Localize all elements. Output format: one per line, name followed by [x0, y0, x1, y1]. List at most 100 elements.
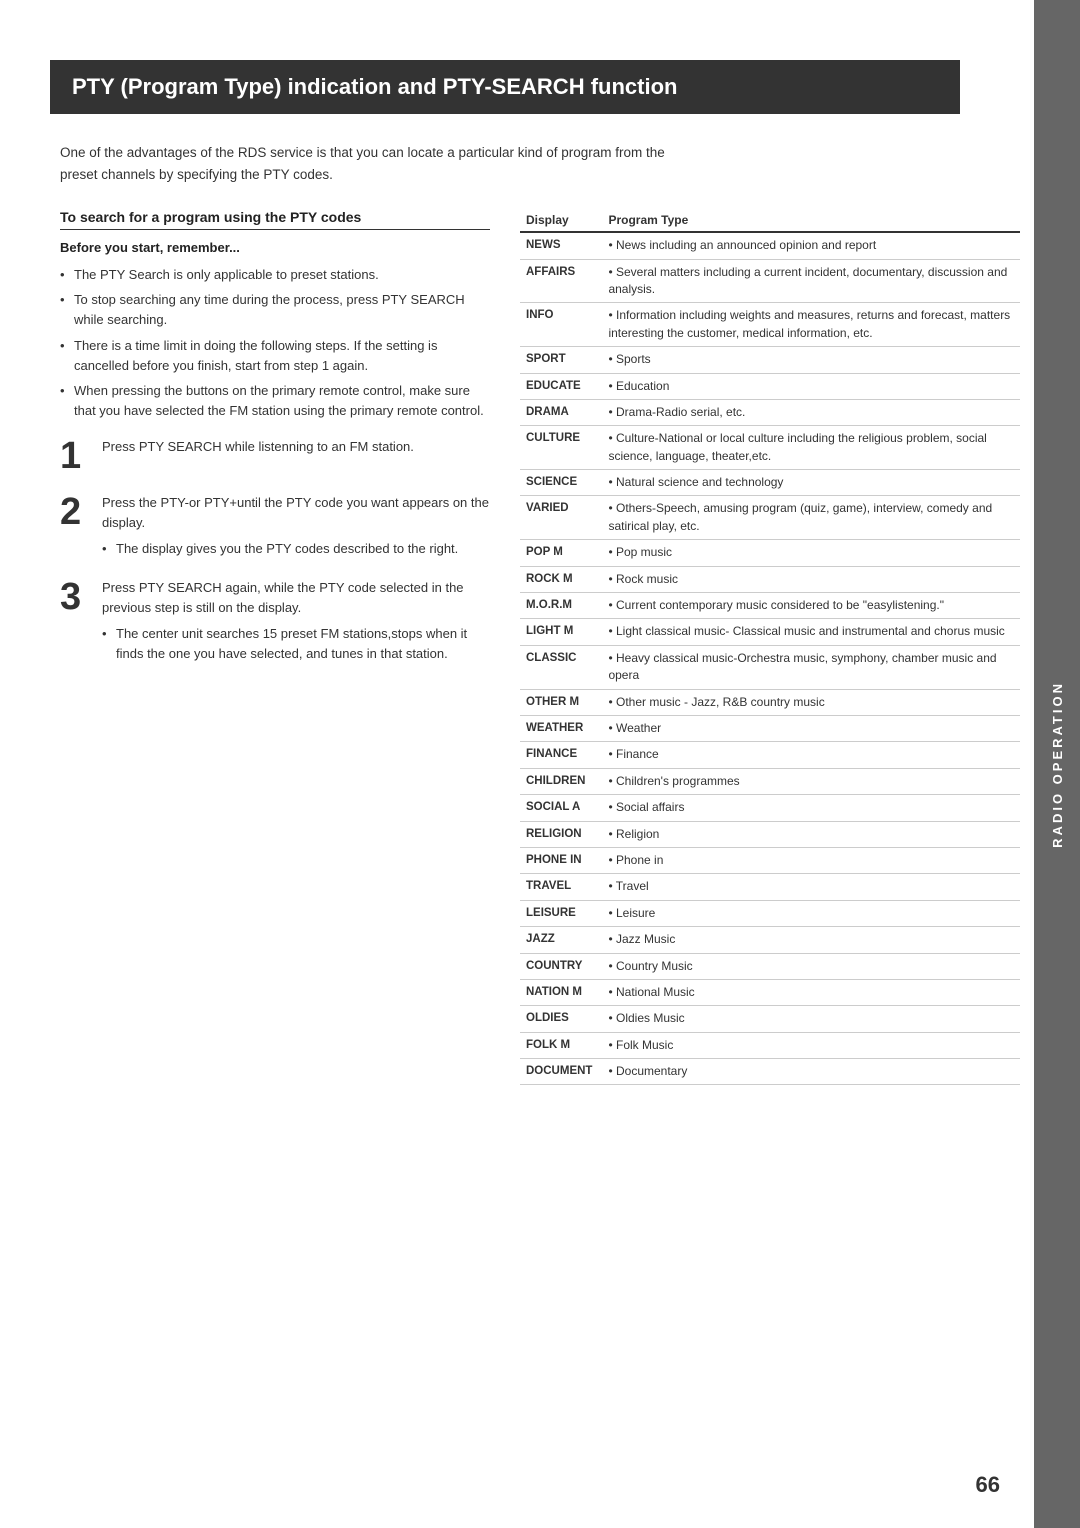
table-row: M.O.R.M• Current contemporary music cons… — [520, 593, 1020, 619]
table-row: SCIENCE• Natural science and technology — [520, 470, 1020, 496]
table-row: SOCIAL A• Social affairs — [520, 795, 1020, 821]
table-row: LEISURE• Leisure — [520, 900, 1020, 926]
type-cell: • News including an announced opinion an… — [602, 232, 1020, 259]
display-cell: VARIED — [520, 496, 602, 540]
table-row: FINANCE• Finance — [520, 742, 1020, 768]
step-3: 3Press PTY SEARCH again, while the PTY c… — [60, 578, 490, 665]
step-1: 1Press PTY SEARCH while listenning to an… — [60, 437, 490, 475]
type-cell: • Jazz Music — [602, 927, 1020, 953]
step-content-3: Press PTY SEARCH again, while the PTY co… — [102, 578, 490, 665]
type-cell: • Leisure — [602, 900, 1020, 926]
display-cell: WEATHER — [520, 716, 602, 742]
step-number-2: 2 — [60, 493, 90, 531]
type-cell: • Children's programmes — [602, 768, 1020, 794]
type-cell: • Rock music — [602, 566, 1020, 592]
col-header-display: Display — [520, 209, 602, 232]
display-cell: CULTURE — [520, 426, 602, 470]
table-row: NEWS• News including an announced opinio… — [520, 232, 1020, 259]
col-header-type: Program Type — [602, 209, 1020, 232]
step-text-2: Press the PTY-or PTY+until the PTY code … — [102, 493, 490, 533]
bullet-item: When pressing the buttons on the primary… — [60, 381, 490, 421]
pty-table: Display Program Type NEWS• News includin… — [520, 209, 1020, 1085]
table-row: DOCUMENT• Documentary — [520, 1059, 1020, 1085]
intro-text: One of the advantages of the RDS service… — [60, 142, 680, 185]
sub-heading: Before you start, remember... — [60, 240, 490, 255]
display-cell: OTHER M — [520, 689, 602, 715]
display-cell: SCIENCE — [520, 470, 602, 496]
table-row: NATION M• National Music — [520, 979, 1020, 1005]
display-cell: M.O.R.M — [520, 593, 602, 619]
table-row: OLDIES• Oldies Music — [520, 1006, 1020, 1032]
bullet-item: There is a time limit in doing the follo… — [60, 336, 490, 376]
table-row: POP M• Pop music — [520, 540, 1020, 566]
steps-container: 1Press PTY SEARCH while listenning to an… — [60, 437, 490, 664]
type-cell: • Heavy classical music-Orchestra music,… — [602, 645, 1020, 689]
step-content-1: Press PTY SEARCH while listenning to an … — [102, 437, 490, 463]
bullet-item: The PTY Search is only applicable to pre… — [60, 265, 490, 285]
type-cell: • Social affairs — [602, 795, 1020, 821]
side-operation-tab: RADIO OPERATION — [1034, 0, 1080, 1528]
display-cell: FOLK M — [520, 1032, 602, 1058]
table-row: CHILDREN• Children's programmes — [520, 768, 1020, 794]
display-cell: COUNTRY — [520, 953, 602, 979]
table-row: EDUCATE• Education — [520, 373, 1020, 399]
step-text-1: Press PTY SEARCH while listenning to an … — [102, 437, 490, 457]
table-row: ROCK M• Rock music — [520, 566, 1020, 592]
display-cell: SOCIAL A — [520, 795, 602, 821]
table-row: FOLK M• Folk Music — [520, 1032, 1020, 1058]
step-text-3: Press PTY SEARCH again, while the PTY co… — [102, 578, 490, 618]
table-row: AFFAIRS• Several matters including a cur… — [520, 259, 1020, 303]
display-cell: CLASSIC — [520, 645, 602, 689]
right-column: Display Program Type NEWS• News includin… — [520, 209, 1020, 1085]
step-bullet-2: The display gives you the PTY codes desc… — [102, 539, 490, 559]
section-heading: To search for a program using the PTY co… — [60, 209, 490, 230]
type-cell: • Natural science and technology — [602, 470, 1020, 496]
display-cell: NEWS — [520, 232, 602, 259]
table-row: TRAVEL• Travel — [520, 874, 1020, 900]
side-operation-label: RADIO OPERATION — [1050, 681, 1065, 848]
display-cell: LIGHT M — [520, 619, 602, 645]
type-cell: • Light classical music- Classical music… — [602, 619, 1020, 645]
display-cell: DRAMA — [520, 399, 602, 425]
left-column: To search for a program using the PTY co… — [60, 209, 490, 1085]
type-cell: • Phone in — [602, 847, 1020, 873]
table-row: PHONE IN• Phone in — [520, 847, 1020, 873]
table-row: CLASSIC• Heavy classical music-Orchestra… — [520, 645, 1020, 689]
type-cell: • Others-Speech, amusing program (quiz, … — [602, 496, 1020, 540]
display-cell: JAZZ — [520, 927, 602, 953]
page-number: 66 — [976, 1472, 1000, 1498]
pty-tbody: NEWS• News including an announced opinio… — [520, 232, 1020, 1085]
display-cell: INFO — [520, 303, 602, 347]
step-2: 2 Press the PTY-or PTY+until the PTY code… — [60, 493, 490, 559]
display-cell: FINANCE — [520, 742, 602, 768]
type-cell: • Religion — [602, 821, 1020, 847]
type-cell: • Other music - Jazz, R&B country music — [602, 689, 1020, 715]
type-cell: • Weather — [602, 716, 1020, 742]
display-cell: DOCUMENT — [520, 1059, 602, 1085]
type-cell: • Information including weights and meas… — [602, 303, 1020, 347]
table-row: OTHER M• Other music - Jazz, R&B country… — [520, 689, 1020, 715]
table-row: SPORT• Sports — [520, 347, 1020, 373]
type-cell: • National Music — [602, 979, 1020, 1005]
table-row: VARIED• Others-Speech, amusing program (… — [520, 496, 1020, 540]
display-cell: RELIGION — [520, 821, 602, 847]
display-cell: POP M — [520, 540, 602, 566]
display-cell: EDUCATE — [520, 373, 602, 399]
type-cell: • Sports — [602, 347, 1020, 373]
type-cell: • Culture-National or local culture incl… — [602, 426, 1020, 470]
display-cell: NATION M — [520, 979, 602, 1005]
display-cell: TRAVEL — [520, 874, 602, 900]
type-cell: • Pop music — [602, 540, 1020, 566]
type-cell: • Folk Music — [602, 1032, 1020, 1058]
type-cell: • Documentary — [602, 1059, 1020, 1085]
display-cell: PHONE IN — [520, 847, 602, 873]
display-cell: SPORT — [520, 347, 602, 373]
display-cell: OLDIES — [520, 1006, 602, 1032]
table-row: DRAMA• Drama-Radio serial, etc. — [520, 399, 1020, 425]
type-cell: • Education — [602, 373, 1020, 399]
type-cell: • Current contemporary music considered … — [602, 593, 1020, 619]
table-row: WEATHER• Weather — [520, 716, 1020, 742]
bullet-item: To stop searching any time during the pr… — [60, 290, 490, 330]
before-you-start-list: The PTY Search is only applicable to pre… — [60, 265, 490, 421]
step-bullet-3: The center unit searches 15 preset FM st… — [102, 624, 490, 664]
